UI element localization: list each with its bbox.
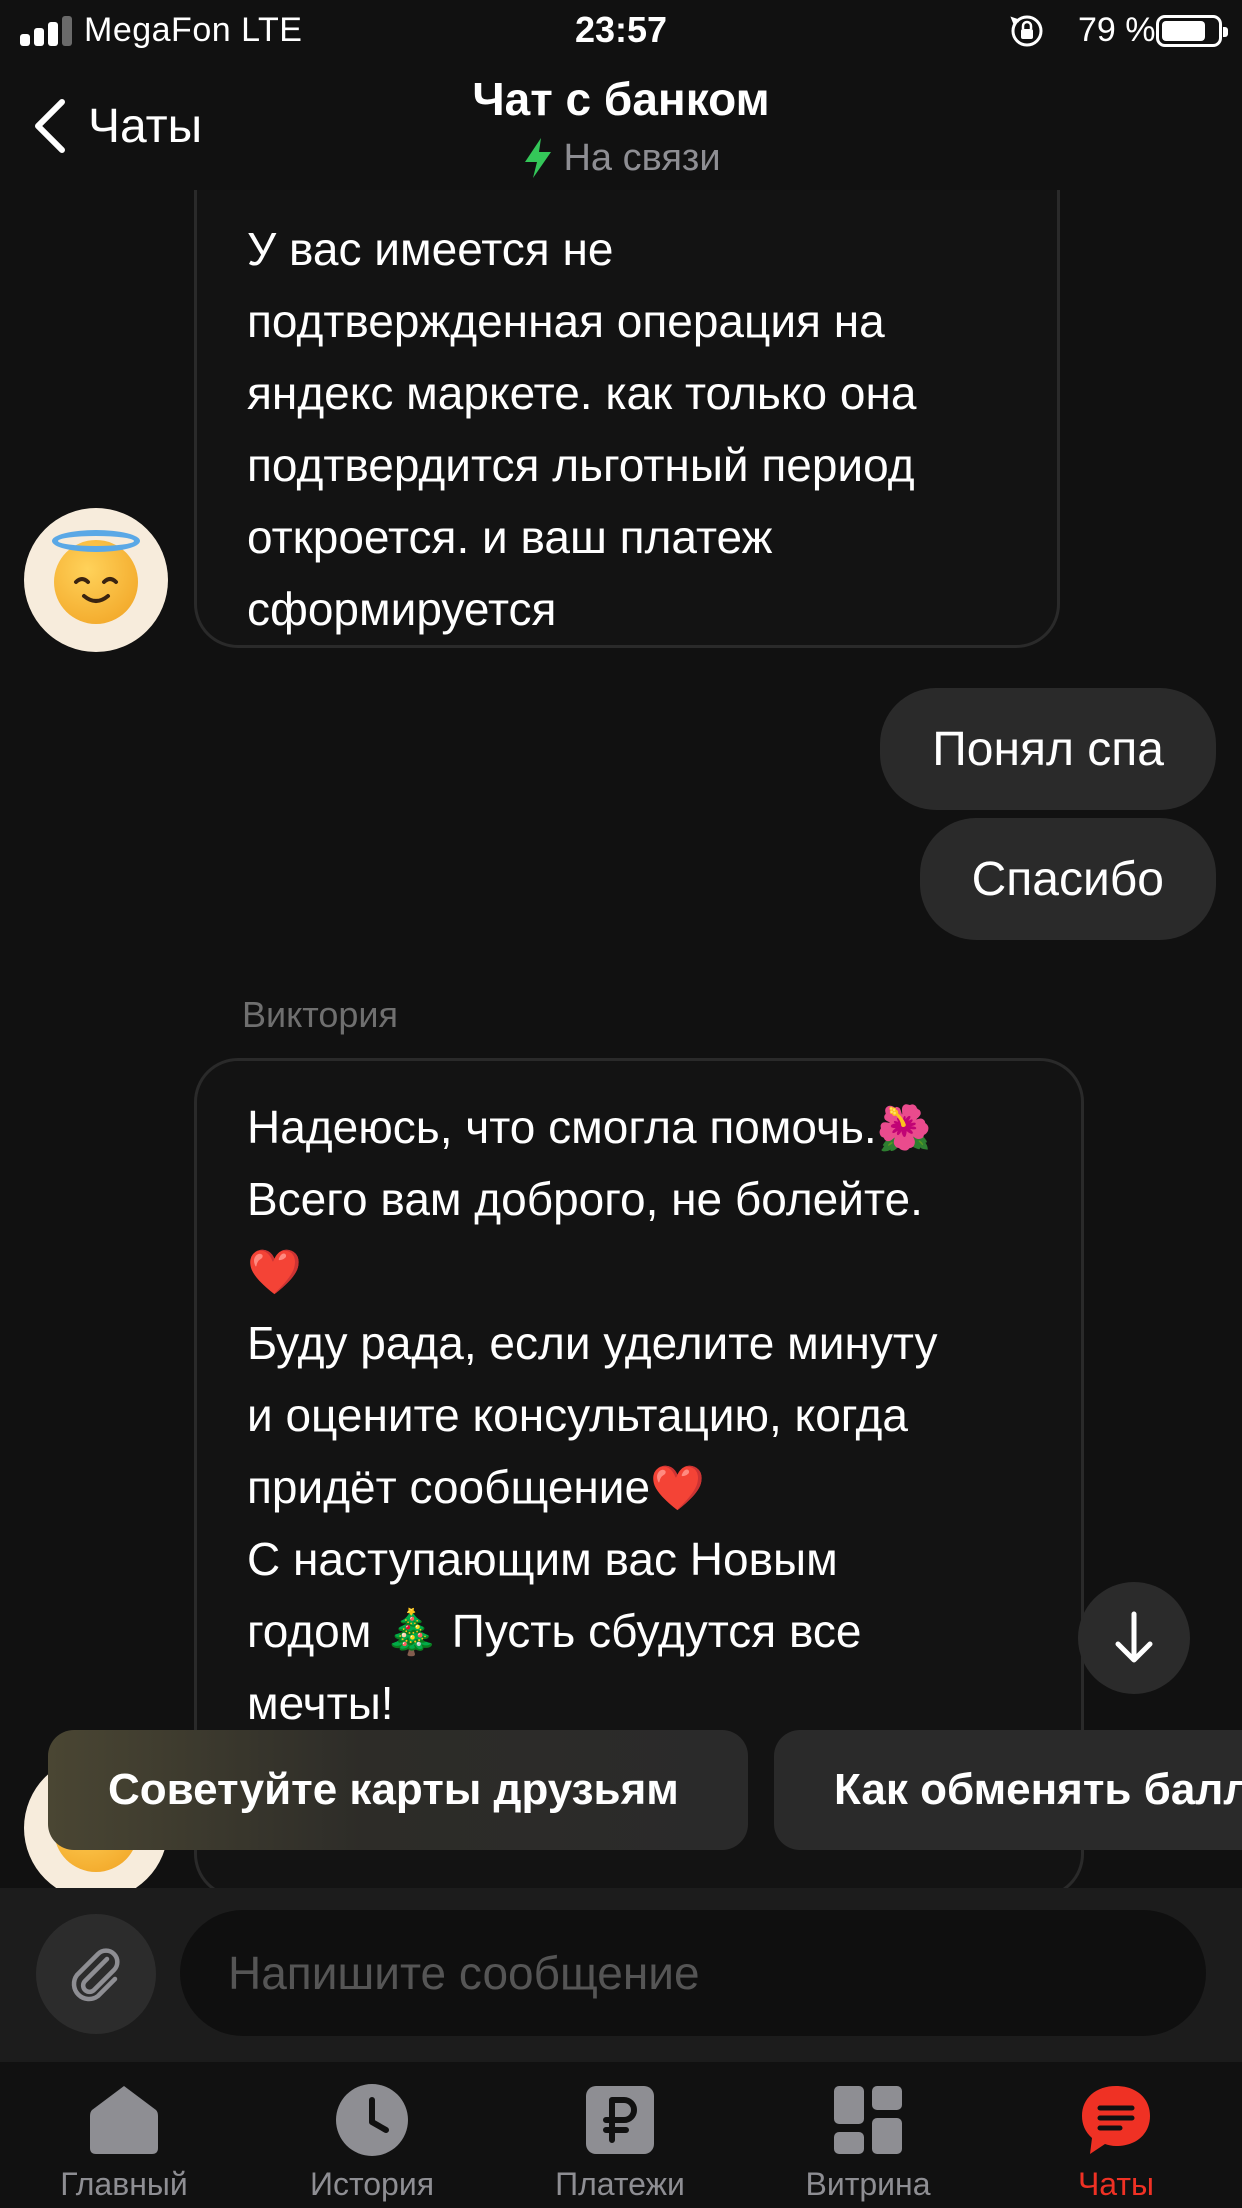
arrow-down-icon (1115, 1611, 1153, 1663)
suggestion-chip[interactable]: Как обменять балл (774, 1730, 1242, 1850)
suggestion-chip[interactable]: Советуйте карты друзьям (48, 1730, 748, 1850)
tab-showcase[interactable]: Витрина (744, 2082, 992, 2208)
sender-name: Виктория (242, 994, 399, 1035)
attach-button[interactable] (36, 1914, 156, 2034)
scroll-to-bottom-button[interactable] (1078, 1582, 1190, 1694)
status-bar: MegaFon LTE 23:57 79 % (0, 0, 1242, 64)
status-time: 23:57 (574, 9, 668, 50)
battery-icon (1156, 15, 1228, 47)
orientation-lock-icon (1010, 15, 1043, 47)
tab-home[interactable]: Главный (0, 2082, 248, 2208)
clock-icon (336, 2084, 408, 2156)
outgoing-message: Понял спа (880, 688, 1216, 810)
page-title: Чат с банком (472, 73, 770, 125)
suggestion-chips: Советуйте карты друзьям Как обменять бал… (0, 1730, 1242, 1852)
avatar (24, 508, 168, 652)
message-text: У вас имеется не подтвержденная операция… (247, 223, 917, 635)
tab-label: Главный (60, 2166, 188, 2202)
heart-emoji: ❤️ (247, 1248, 302, 1297)
christmas-tree-emoji: 🎄 (384, 1608, 439, 1657)
ruble-icon (586, 2086, 654, 2154)
grid-icon (834, 2086, 902, 2154)
online-status-text: На связи (563, 136, 721, 179)
tab-history[interactable]: История (248, 2082, 496, 2208)
tab-label: Платежи (555, 2166, 685, 2202)
tab-label: История (309, 2166, 435, 2202)
paperclip-icon (71, 1948, 120, 2002)
tab-chats[interactable]: Чаты (992, 2082, 1240, 2208)
online-status: На связи (0, 136, 1242, 180)
chat-icon (1082, 2086, 1150, 2154)
incoming-message: У вас имеется не подтвержденная операция… (194, 190, 1060, 648)
heart-emoji: ❤️ (650, 1464, 705, 1513)
message-input[interactable] (180, 1910, 1206, 2036)
outgoing-message: Спасибо (919, 818, 1216, 940)
lightning-icon (525, 138, 552, 178)
message-composer (0, 1888, 1242, 2062)
tab-label: Чаты (1077, 2166, 1155, 2202)
tab-bar: Главный История Платежи Витрина Чаты (0, 2062, 1242, 2208)
chat-messages[interactable]: У вас имеется не подтвержденная операция… (0, 190, 1242, 1888)
message-text: Надеюсь, что смогла помочь.🌺 Всего вам д… (247, 1101, 938, 1729)
tab-label: Витрина (805, 2166, 931, 2202)
home-icon (90, 2086, 158, 2154)
battery-percent: 79 % (1078, 11, 1156, 49)
tab-payments[interactable]: Платежи (496, 2082, 744, 2208)
hibiscus-emoji: 🌺 (876, 1104, 932, 1153)
